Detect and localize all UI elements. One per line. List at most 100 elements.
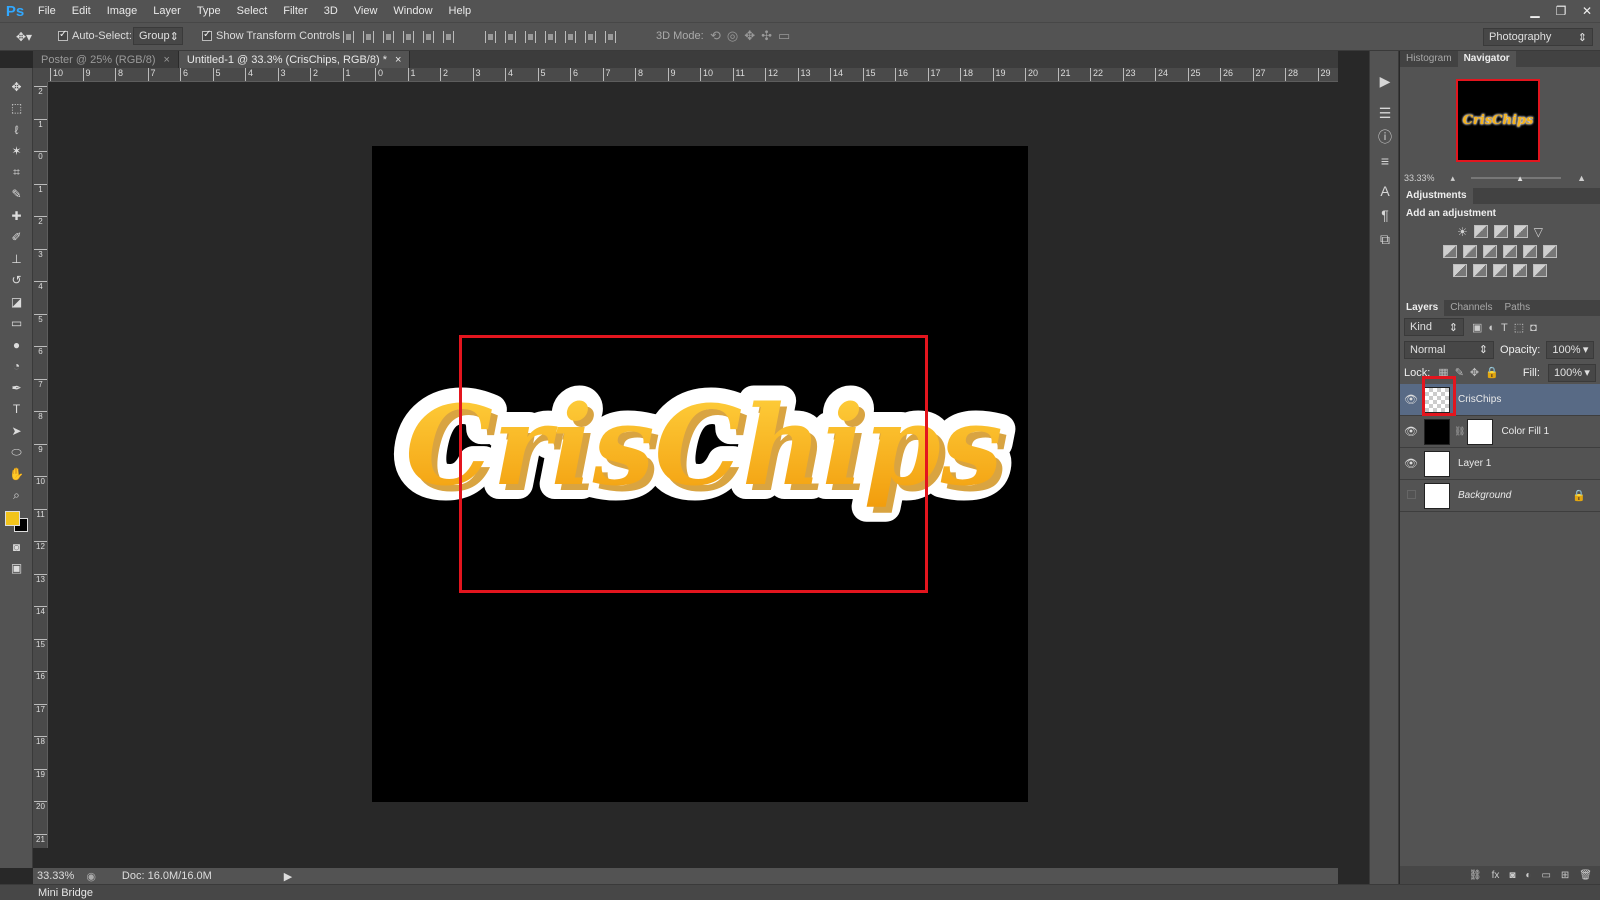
new-group-icon[interactable]: ▭ (1541, 870, 1550, 881)
play-icon[interactable]: ▶ (1370, 69, 1400, 93)
marquee-tool-icon[interactable]: ⬚ (0, 98, 33, 120)
zoom-tool-icon[interactable]: ⌕ (0, 485, 33, 507)
tab-channels[interactable]: Channels (1444, 300, 1498, 316)
foreground-color-swatch[interactable] (5, 511, 20, 526)
align-vcenter-icon[interactable] (363, 31, 374, 43)
tab-poster[interactable]: Poster @ 25% (RGB/8) × (33, 51, 179, 68)
distribute-top-icon[interactable] (485, 31, 496, 43)
path-select-icon[interactable]: ➤ (0, 420, 33, 442)
eye-icon[interactable]: 👁 (1400, 425, 1422, 438)
navigator-preview[interactable]: CrisChips (1456, 79, 1540, 162)
tab-paths[interactable]: Paths (1499, 300, 1537, 316)
new-layer-icon[interactable]: ⊞ (1561, 870, 1569, 881)
shape-tool-icon[interactable]: ⬭ (0, 442, 33, 464)
filter-kind-dropdown[interactable]: Kind ⇕ (1404, 318, 1464, 336)
add-mask-icon[interactable]: ◙ (1509, 870, 1515, 881)
zoom-level[interactable]: 33.33% (37, 870, 74, 882)
pen-tool-icon[interactable]: ✒ (0, 377, 33, 399)
photo-filter-icon[interactable] (1503, 245, 1517, 258)
move-tool-icon[interactable]: ✥ (0, 76, 33, 98)
lasso-tool-icon[interactable]: ℓ (0, 119, 33, 141)
move-tool-icon[interactable]: ✥▾ (16, 30, 32, 44)
clone-source-icon[interactable]: ⧉ (1370, 227, 1400, 251)
workspace-dropdown[interactable]: Photography ⇕ (1483, 28, 1593, 46)
brush-tool-icon[interactable]: ✐ (0, 227, 33, 249)
close-icon[interactable]: ✕ (1574, 0, 1600, 22)
layer-name[interactable]: Background (1458, 490, 1511, 501)
opacity-field[interactable]: 100% ▾ (1546, 340, 1595, 359)
distribute-left-icon[interactable] (545, 31, 556, 43)
eye-icon[interactable]: 👁 (1400, 393, 1422, 406)
healing-brush-icon[interactable]: ✚ (0, 205, 33, 227)
menu-layer[interactable]: Layer (145, 0, 189, 22)
menu-select[interactable]: Select (229, 0, 276, 22)
zoom-in-icon[interactable]: ▲ (1577, 173, 1586, 183)
vibrance-icon[interactable]: ▽ (1534, 225, 1543, 239)
hue-saturation-icon[interactable] (1443, 245, 1457, 258)
gradient-tool-icon[interactable]: ▭ (0, 313, 33, 335)
status-menu-arrow-icon[interactable]: ▶ (284, 870, 292, 883)
blur-tool-icon[interactable]: ● (0, 334, 33, 356)
restore-icon[interactable]: ❐ (1548, 0, 1574, 22)
magic-wand-icon[interactable]: ✶ (0, 141, 33, 163)
history-brush-icon[interactable]: ↺ (0, 270, 33, 292)
tab-histogram[interactable]: Histogram (1400, 51, 1458, 67)
fill-field[interactable]: 100% ▾ (1547, 363, 1596, 382)
menu-window[interactable]: Window (385, 0, 440, 22)
blend-mode-dropdown[interactable]: Normal ⇕ (1404, 340, 1494, 359)
eye-icon[interactable]: 👁 (1400, 457, 1422, 470)
color-lookup-icon[interactable] (1543, 245, 1557, 258)
properties-icon[interactable]: ≡ (1370, 149, 1400, 173)
chain-link-icon[interactable]: ⛓ (1454, 426, 1465, 437)
adjustment-layer-icon[interactable]: ◐ (1525, 870, 1531, 881)
align-left-icon[interactable] (403, 31, 414, 43)
slider-thumb-icon[interactable]: ▲ (1516, 174, 1524, 183)
menu-image[interactable]: Image (99, 0, 146, 22)
filter-icons[interactable]: ▣◐T⬚◘ (1472, 321, 1543, 334)
menu-type[interactable]: Type (189, 0, 229, 22)
posterize-icon[interactable] (1473, 264, 1487, 277)
quick-mask-icon[interactable]: ◙ (0, 536, 33, 558)
tab-navigator[interactable]: Navigator (1457, 51, 1516, 67)
curves-icon[interactable] (1493, 225, 1508, 238)
zoom-out-icon[interactable]: ▴ (1451, 173, 1456, 184)
menu-edit[interactable]: Edit (64, 0, 99, 22)
fx-icon[interactable]: fx (1492, 870, 1500, 881)
info-icon[interactable]: ⓘ (1370, 125, 1400, 149)
navigator-zoom[interactable]: 33.33% (1404, 173, 1435, 183)
align-bottom-icon[interactable] (383, 31, 394, 43)
hand-tool-icon[interactable]: ✋ (0, 463, 33, 485)
distribute-right-icon[interactable] (585, 31, 596, 43)
crop-tool-icon[interactable]: ⌗ (0, 162, 33, 184)
black-white-icon[interactable] (1483, 245, 1497, 258)
selective-color-icon[interactable] (1513, 264, 1527, 277)
character-icon[interactable]: A (1370, 179, 1400, 203)
eyedropper-icon[interactable]: ✎ (0, 184, 33, 206)
auto-select-dropdown[interactable]: Group ⇕ (133, 27, 183, 45)
close-icon[interactable]: × (395, 54, 401, 66)
align-right-icon[interactable] (443, 31, 454, 43)
tab-adjustments[interactable]: Adjustments (1400, 188, 1473, 204)
link-layers-icon[interactable]: ⛓ (1469, 870, 1482, 881)
layer-background[interactable]: Background 🔒 (1400, 480, 1600, 512)
mini-bridge-tab[interactable]: Mini Bridge (38, 887, 93, 899)
gradient-map-icon[interactable] (1533, 264, 1547, 277)
status-info-icon[interactable]: ◉ (86, 870, 96, 883)
layer-crischips[interactable]: 👁 CrisChips (1400, 376, 1600, 416)
zoom-slider[interactable]: ▲ (1471, 174, 1562, 183)
visibility-toggle[interactable] (1400, 489, 1422, 502)
distribute-vcenter-icon[interactable] (505, 31, 516, 43)
layer-name[interactable]: Color Fill 1 (1501, 426, 1549, 437)
horizontal-ruler[interactable]: 10 9 8 7 6 5 4 3 2 1 0 1 2 3 4 5 6 7 8 9 10 11 12 13 14 15 16 17 18 1… (48, 68, 1338, 82)
brightness-icon[interactable]: ☀ (1457, 225, 1468, 239)
layer-name[interactable]: Layer 1 (1458, 458, 1491, 469)
eraser-tool-icon[interactable]: ◪ (0, 291, 33, 313)
exposure-icon[interactable] (1513, 225, 1528, 238)
minimize-icon[interactable]: ▁ (1522, 0, 1548, 22)
levels-icon[interactable] (1473, 225, 1488, 238)
menu-help[interactable]: Help (441, 0, 480, 22)
layer-layer-1[interactable]: 👁 Layer 1 (1400, 448, 1600, 480)
menu-3d[interactable]: 3D (316, 0, 346, 22)
color-swatches[interactable] (0, 506, 32, 536)
3d-mode-icons[interactable]: ⟲◎✥✣▭ (710, 28, 796, 44)
